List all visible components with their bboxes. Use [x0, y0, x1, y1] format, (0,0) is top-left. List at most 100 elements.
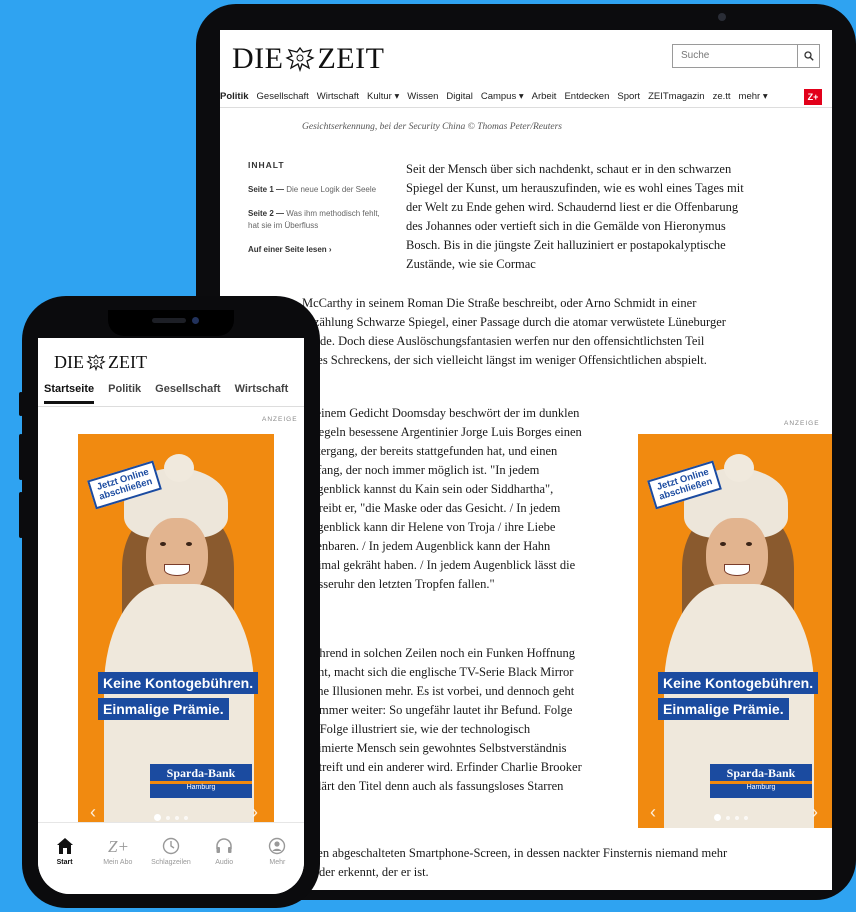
tabbar-mehr-label: Mehr: [269, 859, 286, 866]
ad-mouth: [164, 564, 190, 576]
tabs-divider: [38, 406, 304, 407]
toc-heading: INHALT: [248, 160, 285, 170]
ad-dot-4[interactable]: [184, 815, 188, 820]
tab-startseite[interactable]: Startseite: [44, 383, 95, 404]
home-icon: [56, 838, 73, 854]
phone-screen: DIE ZEIT Startseite Politik Gesellschaft…: [38, 338, 304, 894]
ad-dot-1[interactable]: [714, 814, 721, 821]
bottom-tab-bar: Start Z+ Mein Abo Schlagzeilen Audio Meh…: [38, 822, 304, 894]
image-caption: Gesichtserkennung, bei der Security Chin…: [302, 122, 562, 132]
ad-prev-arrow[interactable]: ‹: [90, 802, 96, 823]
ad-dot-4[interactable]: [744, 815, 748, 820]
ad-next-arrow[interactable]: ›: [252, 802, 258, 823]
ad-dot-2[interactable]: [166, 815, 170, 820]
headphones-icon: [216, 838, 232, 853]
nav-item-zeitmagazin[interactable]: ZEITmagazin: [648, 91, 705, 102]
toc-read-all-link[interactable]: Auf einer Seite lesen ›: [248, 244, 388, 256]
ad-label-mobile: ANZEIGE: [262, 416, 298, 423]
zplus-icon: Z+: [108, 837, 129, 855]
table-of-contents: INHALT Seite 1 — Die neue Logik der Seel…: [248, 160, 388, 268]
phone-mute-switch: [19, 392, 23, 416]
sparda-bank-logo: Sparda-Bank Hamburg: [710, 764, 812, 798]
eagle-icon: [86, 354, 106, 371]
nav-item-digital[interactable]: Digital: [446, 91, 472, 102]
toc-page-2[interactable]: Seite 2 — Was ihm methodisch fehlt, hat …: [248, 208, 388, 232]
tabbar-start-label: Start: [56, 859, 73, 866]
profile-icon: [269, 837, 286, 855]
article-paragraph-3: In einem Gedicht Doomsday beschwört der …: [302, 406, 582, 591]
zplus-badge[interactable]: Z+: [804, 89, 822, 105]
ad-dot-3[interactable]: [735, 815, 739, 820]
article-paragraph-5: einen abgeschalteten Smartphone-Screen, …: [302, 846, 728, 879]
ad-dot-3[interactable]: [175, 815, 179, 820]
ad-eye-left: [160, 542, 166, 546]
search-box[interactable]: Suche: [672, 44, 820, 68]
tabbar-schlagzeilen[interactable]: Schlagzeilen: [146, 837, 196, 894]
sparda-bank-ad-mobile[interactable]: Jetzt Online abschließen Keine Kontogebü…: [78, 434, 274, 828]
nav-item-kultur[interactable]: Kultur ▾: [367, 91, 399, 102]
nav-item-wissen[interactable]: Wissen: [407, 91, 438, 102]
ad-next-arrow[interactable]: ›: [812, 802, 818, 823]
nav-item-sport[interactable]: Sport: [617, 91, 640, 102]
ad-headline-2: Einmalige Prämie.: [658, 698, 789, 720]
mobile-section-tabs: Startseite Politik Gesellschaft Wirtscha…: [44, 383, 288, 404]
nav-item-mehr[interactable]: mehr ▾: [739, 91, 768, 102]
nav-item-wirtschaft[interactable]: Wirtschaft: [317, 91, 359, 102]
tab-wirtschaft[interactable]: Wirtschaft: [235, 383, 289, 404]
tab-politik[interactable]: Politik: [108, 383, 141, 404]
ad-prev-arrow[interactable]: ‹: [650, 802, 656, 823]
nav-item-entdecken[interactable]: Entdecken: [564, 91, 609, 102]
tab-gesellschaft[interactable]: Gesellschaft: [155, 383, 220, 404]
toc-page-1[interactable]: Seite 1 — Die neue Logik der Seele: [248, 184, 388, 196]
toc-page-1-title: Die neue Logik der Seele: [286, 185, 377, 194]
zeit-logo-mobile[interactable]: DIE ZEIT: [54, 352, 147, 373]
svg-text:Z+: Z+: [108, 837, 129, 855]
logo-text-die: DIE: [54, 352, 84, 372]
phone-volume-down: [19, 492, 23, 538]
logo-text-zeit: ZEIT: [108, 352, 147, 372]
ad-mouth: [724, 564, 750, 576]
tabbar-mein-abo[interactable]: Z+ Mein Abo: [93, 837, 143, 894]
nav-item-politik[interactable]: Politik: [220, 91, 249, 102]
nav-item-campus[interactable]: Campus ▾: [481, 91, 524, 102]
toc-page-1-label: Seite 1 —: [248, 185, 285, 194]
ad-headline-1: Keine Kontogebühren.: [98, 672, 259, 694]
nav-item-arbeit[interactable]: Arbeit: [532, 91, 557, 102]
article-paragraph-4: Während in solchen Zeilen noch ein Funke…: [302, 646, 582, 812]
ad-carousel-dots[interactable]: [154, 814, 188, 821]
phone-camera: [192, 317, 199, 324]
search-icon: [803, 51, 814, 61]
bank-city: Hamburg: [746, 784, 776, 791]
ad-hat-pom: [724, 454, 754, 482]
search-button[interactable]: [797, 45, 819, 67]
nav-item-gesellschaft[interactable]: Gesellschaft: [257, 91, 309, 102]
tabbar-start[interactable]: Start: [40, 837, 90, 894]
ad-label: ANZEIGE: [784, 420, 820, 427]
sparda-bank-logo: Sparda-Bank Hamburg: [150, 764, 252, 798]
sparda-bank-ad[interactable]: Jetzt Online abschließen Keine Kontogebü…: [638, 434, 832, 828]
tabbar-audio-label: Audio: [215, 859, 234, 866]
phone-device: DIE ZEIT Startseite Politik Gesellschaft…: [19, 296, 320, 908]
phone-volume-up: [19, 434, 23, 480]
phone-speaker: [152, 318, 186, 323]
zeit-logo[interactable]: DIE ZEIT: [232, 42, 384, 76]
bank-name: Sparda-Bank: [166, 766, 236, 780]
tabbar-mehr[interactable]: Mehr: [252, 837, 302, 894]
bank-name: Sparda-Bank: [726, 766, 796, 780]
nav-item-zett[interactable]: ze.tt: [713, 91, 731, 102]
ad-eye-right: [746, 542, 752, 546]
tabbar-audio[interactable]: Audio: [199, 837, 249, 894]
ad-headline-2: Einmalige Prämie.: [98, 698, 229, 720]
bank-city: Hamburg: [186, 784, 216, 791]
tabbar-mein-abo-label: Mein Abo: [103, 859, 133, 866]
ad-dot-2[interactable]: [726, 815, 730, 820]
toc-page-2-label: Seite 2 —: [248, 209, 285, 218]
ad-eye-right: [186, 542, 192, 546]
ad-carousel-dots[interactable]: [714, 814, 748, 821]
ad-dot-1[interactable]: [154, 814, 161, 821]
eagle-icon: [285, 46, 316, 72]
phone-notch: [108, 310, 234, 336]
ad-hat-pom: [164, 454, 194, 482]
search-input[interactable]: Suche: [673, 45, 797, 67]
ad-headline-1: Keine Kontogebühren.: [658, 672, 819, 694]
